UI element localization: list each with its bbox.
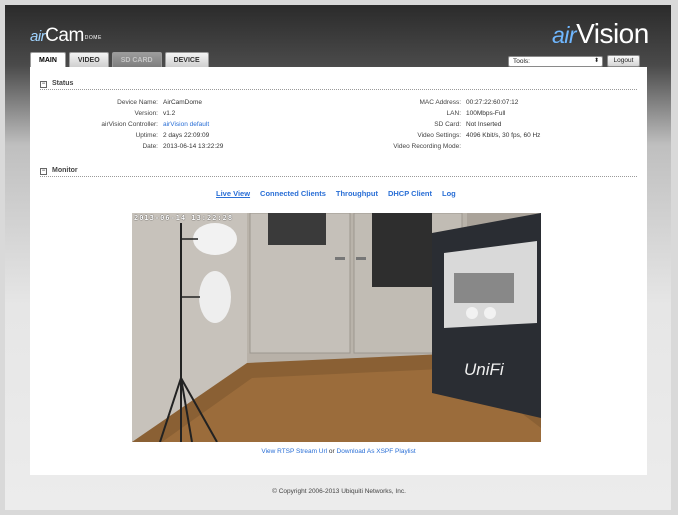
status-row: LAN: 100Mbps-Full [360,108,540,119]
tab-device[interactable]: DEVICE [164,52,209,67]
live-video-feed[interactable]: UniFi 2013-06-14 13:22:28 [132,213,541,442]
camera-image: UniFi [132,213,541,442]
status-row: Device Name: AirCamDome [70,97,223,108]
main-tabs: MAIN VIDEO SD CARD DEVICE [30,52,209,67]
status-row: Version: v1.2 [70,108,223,119]
logo-cam-text: Cam [45,25,84,46]
status-section-header: − Status [40,80,637,90]
tools-dropdown[interactable]: Tools: ⬍ [508,56,603,67]
status-right-column: MAC Address: 00:27:22:60:07:12 LAN: 100Mbp… [360,97,540,152]
status-row: airVision Controller: airVision default [70,119,223,130]
logo-air-text: air [552,22,577,48]
collapse-icon[interactable]: − [40,81,47,88]
status-value: 2 days 22:09:09 [163,132,210,139]
rtsp-stream-link[interactable]: View RTSP Stream Url [261,448,327,455]
monitor-nav: Live View Connected Clients Throughput D… [216,189,456,198]
status-key: SD Card: [434,121,461,128]
xspf-playlist-link[interactable]: Download As XSPF Playlist [337,448,416,455]
monitor-title: Monitor [52,167,78,174]
tab-sd-card[interactable]: SD CARD [111,52,162,67]
status-value: v1.2 [163,110,176,117]
status-key: Uptime: [135,132,158,139]
dropdown-arrow-icon: ⬍ [593,58,599,64]
video-timestamp: 2013-06-14 13:22:28 [134,214,234,222]
status-key: airVision Controller: [101,121,158,128]
status-key: Device Name: [117,99,158,106]
or-text: or [328,448,335,455]
status-title: Status [52,80,74,87]
status-key: LAN: [446,110,461,117]
status-key: MAC Address: [419,99,461,106]
status-value: 4096 Kbit/s, 30 fps, 60 Hz [466,132,541,139]
copyright-text: © Copyright 2006-2013 Ubiquiti Networks,… [272,488,406,495]
airvision-controller-link[interactable]: airVision default [163,119,209,130]
status-key: Video Settings: [417,132,461,139]
stream-links: View RTSP Stream Url or Download As XSPF… [30,448,647,455]
status-value: 00:27:22:60:07:12 [466,99,519,106]
status-row: Video Recording Mode: [360,141,540,152]
logo-vision-text: Vision [576,18,649,49]
log-link[interactable]: Log [442,189,456,198]
logo-dome-text: DOME [84,35,102,41]
aircam-dome-logo: airCamDOME [30,25,102,47]
status-key: Version: [134,110,159,117]
tab-video[interactable]: VIDEO [68,52,109,67]
status-row: MAC Address: 00:27:22:60:07:12 [360,97,540,108]
status-left-column: Device Name: AirCamDome Version: v1.2 airV… [70,97,223,152]
status-key: Video Recording Mode: [393,143,461,150]
dhcp-client-link[interactable]: DHCP Client [388,189,432,198]
main-panel: − Status Device Name: AirCamDome Version: v… [30,67,647,475]
banner-text: UniFi [464,360,505,379]
tab-main[interactable]: MAIN [30,52,66,67]
status-key: Date: [142,143,158,150]
collapse-icon[interactable]: − [40,168,47,175]
status-value: Not Inserted [466,121,502,128]
tools-dropdown-value: Tools: [513,58,530,65]
monitor-section-header: − Monitor [40,167,637,177]
logo-air-text: air [30,28,46,45]
status-row: Video Settings: 4096 Kbit/s, 30 fps, 60 H… [360,130,540,141]
throughput-link[interactable]: Throughput [336,189,378,198]
logout-button[interactable]: Logout [607,55,640,67]
status-value: AirCamDome [163,99,203,106]
status-row: Uptime: 2 days 22:09:09 [70,130,223,141]
connected-clients-link[interactable]: Connected Clients [260,189,326,198]
status-value: 100Mbps-Full [466,110,506,117]
live-view-link[interactable]: Live View [216,189,250,198]
status-value: 2013-06-14 13:22:29 [163,143,224,150]
status-row: SD Card: Not Inserted [360,119,540,130]
status-row: Date: 2013-06-14 13:22:29 [70,141,223,152]
airvision-logo: airVision [552,18,649,50]
